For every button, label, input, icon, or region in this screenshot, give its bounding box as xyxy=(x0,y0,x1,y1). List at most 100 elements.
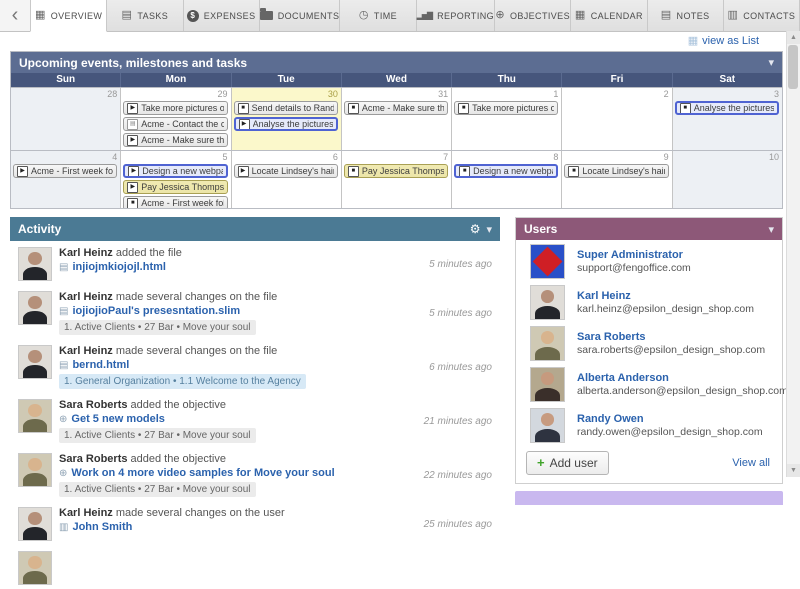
calendar-event[interactable]: ▶Pay Jessica Thompson f... xyxy=(123,180,227,194)
timestamp: 5 minutes ago xyxy=(401,259,496,270)
tab-calendar[interactable]: ▦CALENDAR xyxy=(571,0,647,31)
tab-reporting[interactable]: ▂▅▇REPORTING xyxy=(417,0,495,31)
note-icon: ▤ xyxy=(127,119,138,130)
calendar-event[interactable]: ■Acme - Make sure the c... xyxy=(344,101,448,115)
objective-icon: ⊕ xyxy=(59,413,67,426)
user-name-link[interactable]: Super Administrator xyxy=(577,249,691,262)
calendar-day-cell[interactable]: 7■Pay Jessica Thompson f... xyxy=(342,151,452,208)
calendar-event[interactable]: ■Send details to Randy xyxy=(234,101,338,115)
user-name-link[interactable]: Randy Owen xyxy=(577,413,763,426)
activity-object-link[interactable]: Get 5 new models xyxy=(71,413,165,426)
expenses-icon: $ xyxy=(187,10,199,22)
avatar xyxy=(530,285,565,320)
tab-label: REPORTING xyxy=(437,11,494,21)
activity-item-body: Karl Heinz made several changes on the f… xyxy=(59,345,392,389)
calendar-day-cell[interactable]: 31■Acme - Make sure the c... xyxy=(342,88,452,150)
tab-overview[interactable]: ▦OVERVIEW xyxy=(30,0,107,32)
event-label: Take more pictures of ... xyxy=(141,103,223,113)
scroll-down-arrow-icon[interactable]: ▼ xyxy=(787,464,800,477)
user-list-item[interactable]: Sara Robertssara.roberts@epsilon_design_… xyxy=(516,322,782,363)
objectives-icon: ⊕ xyxy=(495,10,505,21)
user-name-link[interactable]: Alberta Anderson xyxy=(577,372,788,385)
activity-object-link[interactable]: bernd.html xyxy=(72,359,129,372)
calendar-day-cell[interactable]: 2 xyxy=(562,88,672,150)
tab-list: ▦OVERVIEW▤TASKS$EXPENSESDOCUMENTS◷TIME▂▅… xyxy=(30,0,800,31)
calendar-day-cell[interactable]: 28 xyxy=(11,88,121,150)
activity-item-body: Karl Heinz added the file▤injiojmkiojojl… xyxy=(59,247,392,281)
calendar-event[interactable]: ■Pay Jessica Thompson f... xyxy=(344,164,448,178)
calendar-event[interactable]: ■Design a new webpage s... xyxy=(454,164,558,178)
timestamp: 21 minutes ago xyxy=(401,416,496,427)
user-name-link[interactable]: Karl Heinz xyxy=(577,290,754,303)
chevron-down-icon[interactable]: ▾ xyxy=(486,223,492,236)
chevron-down-icon[interactable]: ▾ xyxy=(768,56,774,69)
user-list-item[interactable]: Alberta Andersonalberta.anderson@epsilon… xyxy=(516,363,782,404)
calendar-day-cell[interactable]: 1■Take more pictures of ... xyxy=(452,88,562,150)
actor-name: Sara Roberts xyxy=(59,453,127,465)
avatar xyxy=(530,326,565,361)
calendar-event[interactable]: ▶Locate Lindsey's haird... xyxy=(234,164,338,178)
calendar-event[interactable]: ▤Acme - Contact the cli... xyxy=(123,117,227,131)
calendar-event[interactable]: ■Locate Lindsey's haird... xyxy=(564,164,668,178)
add-user-button[interactable]: + Add user xyxy=(526,451,609,475)
calendar-day-cell[interactable]: 4▶Acme - First week foll... xyxy=(11,151,121,208)
calendar-day-cell[interactable]: 29▶Take more pictures of ...▤Acme - Cont… xyxy=(121,88,231,150)
calendar-day-cell[interactable]: 3■Analyse the pictures t... xyxy=(673,88,782,150)
user-list-item[interactable]: Super Administratorsupport@fengoffice.co… xyxy=(516,240,782,281)
scrollbar-thumb[interactable] xyxy=(788,45,798,89)
calendar-day-cell[interactable]: 8■Design a new webpage s... xyxy=(452,151,562,208)
user-list-item[interactable]: Randy Owenrandy.owen@epsilon_design_shop… xyxy=(516,404,782,445)
right-column: Users ▾ Super Administratorsupport@fengo… xyxy=(515,217,783,505)
view-as-list-link[interactable]: ▦ view as List xyxy=(688,34,759,47)
list-view-icon: ▦ xyxy=(688,34,698,47)
day-number: 8 xyxy=(452,151,561,163)
activity-object-link[interactable]: Work on 4 more video samples for Move yo… xyxy=(71,467,334,480)
calendar-event[interactable]: ▶Acme - Make sure the c... xyxy=(123,133,227,147)
avatar xyxy=(18,551,52,585)
users-panel-header[interactable]: Users ▾ xyxy=(516,218,782,240)
calendar-event[interactable]: ▶Acme - First week foll... xyxy=(13,164,117,178)
play-icon: ▶ xyxy=(239,119,250,130)
calendar-event[interactable]: ▶Design a new webpage s... xyxy=(123,164,227,178)
user-email: sara.roberts@epsilon_design_shop.com xyxy=(577,344,765,357)
tab-bar: ‹ ▦OVERVIEW▤TASKS$EXPENSESDOCUMENTS◷TIME… xyxy=(0,0,800,32)
tab-tasks[interactable]: ▤TASKS xyxy=(107,0,183,31)
activity-object-link[interactable]: John Smith xyxy=(72,521,132,534)
tab-objectives[interactable]: ⊕OBJECTIVES xyxy=(495,0,571,31)
event-label: Pay Jessica Thompson f... xyxy=(362,166,444,176)
event-label: Pay Jessica Thompson f... xyxy=(141,182,223,192)
activity-panel-title: Activity xyxy=(18,222,61,236)
user-list-item[interactable]: Karl Heinzkarl.heinz@epsilon_design_shop… xyxy=(516,281,782,322)
calendar-event[interactable]: ▶Analyse the pictures t... xyxy=(234,117,338,131)
calendar-event[interactable]: ▶Take more pictures of ... xyxy=(123,101,227,115)
view-all-link[interactable]: View all xyxy=(732,457,770,469)
activity-item-body: Sara Roberts added the objective⊕Get 5 n… xyxy=(59,399,392,443)
back-button[interactable]: ‹ xyxy=(0,0,30,31)
calendar-day-cell[interactable]: 10 xyxy=(673,151,782,208)
calendar-event[interactable]: ■Acme - First week foll... xyxy=(123,196,227,208)
activity-item: Karl Heinz made several changes on the f… xyxy=(10,339,500,393)
vertical-scrollbar[interactable]: ▲ ▼ xyxy=(786,31,800,477)
activity-object-link[interactable]: iojiojioPaul's presesntation.slim xyxy=(72,305,240,318)
calendar-day-cell[interactable]: 5▶Design a new webpage s...▶Pay Jessica … xyxy=(121,151,231,208)
tab-notes[interactable]: ▤NOTES xyxy=(648,0,724,31)
upcoming-events-header[interactable]: Upcoming events, milestones and tasks ▾ xyxy=(11,52,782,73)
avatar xyxy=(18,507,52,541)
calendar-event[interactable]: ■Take more pictures of ... xyxy=(454,101,558,115)
tab-documents[interactable]: DOCUMENTS xyxy=(260,0,341,31)
chevron-down-icon[interactable]: ▾ xyxy=(768,223,774,236)
gear-icon[interactable]: ⚙ xyxy=(470,222,481,236)
scroll-up-arrow-icon[interactable]: ▲ xyxy=(787,31,800,44)
calendar-day-cell[interactable]: 9■Locate Lindsey's haird... xyxy=(562,151,672,208)
calendar-event[interactable]: ■Analyse the pictures t... xyxy=(675,101,779,115)
tab-time[interactable]: ◷TIME xyxy=(340,0,416,31)
activity-panel-header[interactable]: Activity ⚙ ▾ xyxy=(10,217,500,241)
next-panel-header[interactable] xyxy=(515,491,783,505)
tab-expenses[interactable]: $EXPENSES xyxy=(184,0,260,31)
calendar-day-cell[interactable]: 6▶Locate Lindsey's haird... xyxy=(232,151,342,208)
user-name-link[interactable]: Sara Roberts xyxy=(577,331,765,344)
tab-contacts[interactable]: ▥CONTACTS xyxy=(724,0,800,31)
activity-object-link[interactable]: injiojmkiojojl.html xyxy=(72,261,166,274)
calendar-day-cell[interactable]: 30■Send details to Randy▶Analyse the pic… xyxy=(232,88,342,150)
back-chevron-icon: ‹ xyxy=(12,4,19,27)
